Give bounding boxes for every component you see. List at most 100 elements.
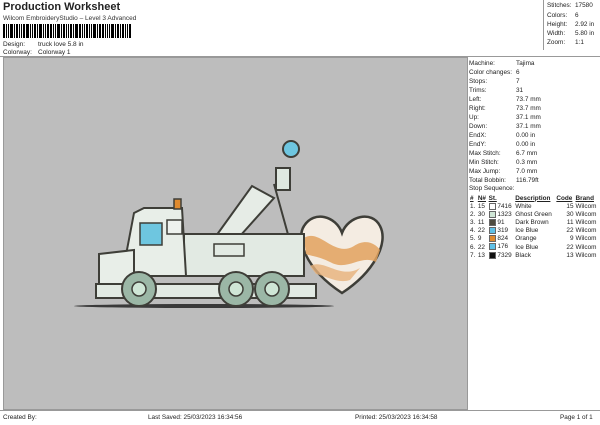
barcode-bar <box>26 24 29 38</box>
design-value: truck love 5.8 in <box>38 41 84 48</box>
table-cell: 11 <box>477 218 488 226</box>
machine-info-row: Left: 73.7 mm <box>469 96 599 104</box>
machine-info-key: Total Bobbin: <box>469 177 506 184</box>
zoom-label: Zoom: <box>547 39 566 46</box>
machine-info-key: Left: <box>469 96 482 103</box>
cell-text: 2. <box>470 210 476 218</box>
cell-text: 30 <box>477 210 485 218</box>
cab-rear-window <box>166 219 183 235</box>
barcode-bar <box>125 24 126 38</box>
stop-sequence-table: # N# St. Description Code Brand 1. 15 7416 Whit… <box>469 194 599 259</box>
table-cell: Wilcom <box>575 210 599 218</box>
barcode-bar <box>55 24 56 38</box>
created-by: Created By: <box>3 414 37 421</box>
table-cell: Wilcom <box>575 251 599 259</box>
barcode-bar <box>45 24 46 38</box>
barcode-bar <box>86 24 88 38</box>
cell-text: Orange <box>515 235 537 243</box>
column-header: Code <box>556 194 573 202</box>
barcode-bar <box>30 24 31 38</box>
table-cell: 9 <box>477 235 488 243</box>
footer: Created By: Last Saved: 25/03/2023 16:34… <box>0 410 600 425</box>
color-swatch <box>488 202 496 210</box>
barcode-bar <box>109 24 110 38</box>
machine-info-row: Total Bobbin: 116.79ft <box>469 177 599 185</box>
barcode-bar <box>21 24 22 38</box>
machine-info-row: Color changes: 6 <box>469 69 599 77</box>
table-row: 2. 30 1323 Ghost Green 30 Wilcom <box>469 210 599 218</box>
machine-info-row: Machine: Tajima <box>469 60 599 68</box>
design-label: Design: <box>3 41 26 48</box>
table-row: 5. 9 824 Orange 9 Wilcom <box>469 235 599 243</box>
barcode-bar <box>79 24 81 38</box>
barcode-bar <box>73 24 74 38</box>
table-cell: 22 <box>555 243 574 251</box>
table-cell: 91 <box>488 218 515 226</box>
machine-info-value: 73.7 mm <box>516 96 541 103</box>
colorway-value: Colorway 1 <box>38 49 71 56</box>
machine-info-row: Min Stitch: 0.3 mm <box>469 159 599 167</box>
barcode-bar <box>115 24 116 38</box>
cell-text: Ice Blue <box>515 227 539 235</box>
machine-info-value: 37.1 mm <box>516 114 541 121</box>
machine-info-value: 116.79ft <box>516 177 539 184</box>
table-cell: 824 <box>488 235 515 243</box>
machine-info-key: Down: <box>469 123 488 130</box>
column-header: Description <box>515 194 551 202</box>
cell-text: Ghost Green <box>515 210 552 218</box>
crane-beacon <box>282 140 300 158</box>
barcode-bar <box>16 24 18 38</box>
barcode-bar <box>122 24 124 38</box>
machine-info-key: Min Stitch: <box>469 159 499 166</box>
machine-info-value: 7.0 mm <box>516 168 538 175</box>
color-swatch <box>488 218 496 226</box>
page-number: Page 1 of 1 <box>560 414 593 421</box>
table-cell: 7. <box>469 251 477 259</box>
table-cell: 22 <box>555 227 574 235</box>
table-cell: 4. <box>469 227 477 235</box>
table-cell: Ice Blue <box>514 243 555 251</box>
barcode-bar <box>89 24 90 38</box>
table-row: 4. 22 319 Ice Blue 22 Wilcom <box>469 227 599 235</box>
cell-text: 176 <box>497 243 509 251</box>
barcode-bar <box>19 24 20 38</box>
table-cell: Orange <box>514 235 555 243</box>
width-label: Width: <box>547 30 566 37</box>
machine-info-row: Max Stitch: 6.7 mm <box>469 150 599 158</box>
barcode-bar <box>3 24 5 38</box>
table-cell: Wilcom <box>575 243 599 251</box>
table-cell: Wilcom <box>575 202 599 210</box>
barcode-bar <box>117 24 119 38</box>
column-header: # <box>470 194 474 202</box>
cell-text: 15 <box>477 202 485 210</box>
color-swatch <box>488 235 496 243</box>
table-row: 7. 13 7329 Black 13 Wilcom <box>469 251 599 259</box>
table-row: 6. 22 176 Ice Blue 22 Wilcom <box>469 243 599 251</box>
barcode-bar <box>70 24 72 38</box>
cell-text: 91 <box>497 219 505 227</box>
cell-text: 30 <box>566 210 574 218</box>
barcode-bar <box>6 24 7 38</box>
table-cell: Ghost Green <box>514 210 555 218</box>
barcode-bar <box>107 24 108 38</box>
machine-info-row: Max Jump: 7.0 mm <box>469 168 599 176</box>
barcode-bar <box>129 24 131 38</box>
cell-text: 3. <box>470 218 476 226</box>
barcode-bar <box>43 24 44 38</box>
barcode-bar <box>75 24 78 38</box>
cell-text: Wilcom <box>575 235 597 243</box>
table-cell: 9 <box>555 235 574 243</box>
cell-text: 824 <box>497 235 509 243</box>
table-cell: 22 <box>477 227 488 235</box>
machine-info-row: Stops: 7 <box>469 78 599 86</box>
cell-text: White <box>515 202 532 210</box>
cell-text: 9 <box>569 235 574 243</box>
width-value: 5.80 in <box>575 30 595 37</box>
cell-text: 13 <box>566 251 574 259</box>
barcode-bar <box>66 24 67 38</box>
table-cell: 2. <box>469 210 477 218</box>
table-cell: 13 <box>555 251 574 259</box>
table-cell: 30 <box>477 210 488 218</box>
cell-text: Wilcom <box>575 210 597 218</box>
cell-text: Wilcom <box>575 243 597 251</box>
